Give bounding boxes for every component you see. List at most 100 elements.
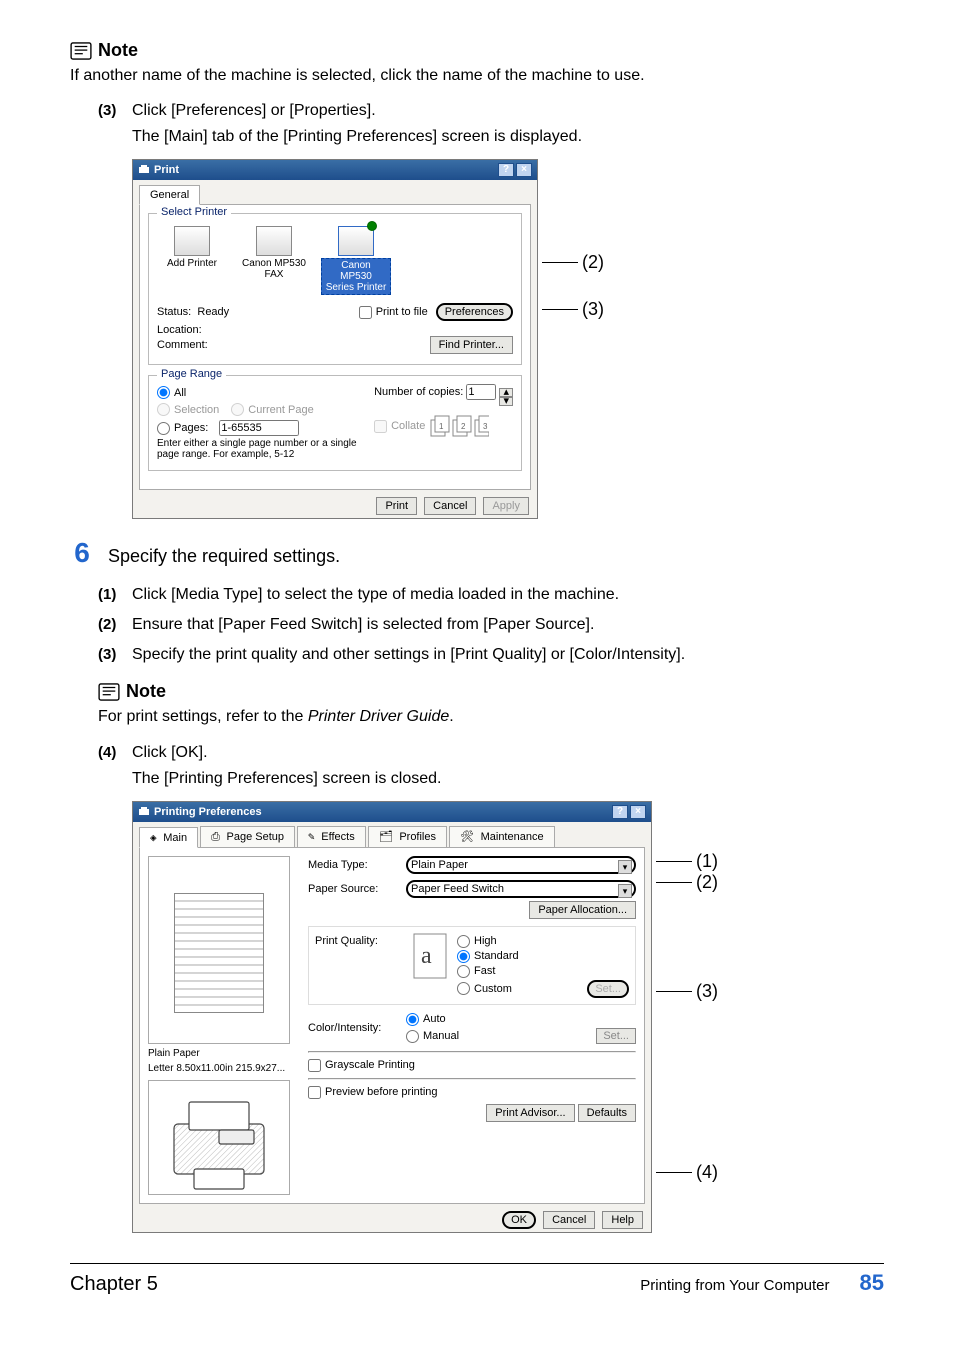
midstep2-num: (2) (98, 616, 132, 633)
page-preview (148, 856, 290, 1044)
print-advisor-button[interactable]: Print Advisor... (486, 1104, 574, 1122)
midstep1-text: Click [Media Type] to select the type of… (132, 583, 619, 607)
tab-page-setup[interactable]: ⎙ Page Setup (200, 826, 295, 847)
tab-profiles[interactable]: 🗂 Profiles (368, 826, 447, 847)
help-icon[interactable]: ? (498, 163, 514, 177)
note-label: Note (98, 40, 138, 61)
tab-effects[interactable]: ✎ Effects (297, 826, 366, 847)
defaults-button[interactable]: Defaults (578, 1104, 636, 1122)
preview-paper-type: Plain Paper (148, 1048, 298, 1059)
help-icon[interactable]: ? (612, 805, 628, 819)
printer-small-icon (138, 164, 150, 176)
print-titlebar: Print ? × (133, 160, 537, 180)
radio-current-page: Current Page (231, 403, 313, 416)
footer-section: Printing from Your Computer (640, 1277, 829, 1294)
paper-source-select[interactable]: Paper Feed Switch▾ (406, 880, 636, 898)
radio-selection: Selection (157, 403, 219, 416)
radio-pages[interactable]: Pages: (157, 420, 374, 436)
cancel-button[interactable]: Cancel (424, 497, 476, 515)
footer-page: 85 (860, 1270, 884, 1296)
status-label: Status: (157, 306, 191, 318)
printer-add[interactable]: Add Printer (157, 226, 227, 269)
tab-general[interactable]: General (139, 185, 200, 205)
note-label-2: Note (126, 681, 166, 702)
collate-icon: 123 (429, 414, 489, 438)
set-quality-button[interactable]: Set... (587, 980, 629, 998)
svg-text:3: 3 (483, 422, 488, 431)
tab-maintenance[interactable]: 🛠 Maintenance (449, 826, 555, 847)
pages-help: Enter either a single page number or a s… (157, 438, 374, 460)
find-printer-button[interactable]: Find Printer... (430, 336, 513, 354)
midstep3-text: Specify the print quality and other sett… (132, 643, 685, 667)
comment-label: Comment: (157, 339, 208, 351)
callout-print-3: (3) (582, 299, 604, 320)
printer-small-icon (138, 806, 150, 818)
step4-sub: The [Printing Preferences] screen is clo… (132, 767, 884, 791)
radio-high[interactable]: High (457, 935, 629, 948)
step3-sub: The [Main] tab of the [Printing Preferen… (132, 125, 884, 149)
radio-standard[interactable]: Standard (457, 950, 629, 963)
midstep3-num: (3) (98, 646, 132, 663)
note-heading-2: Note (98, 681, 884, 702)
svg-text:a: a (421, 943, 432, 969)
media-type-select[interactable]: Plain Paper▾ (406, 856, 636, 874)
step3-num: (3) (98, 102, 132, 119)
grayscale-checkbox[interactable]: Grayscale Printing (308, 1059, 636, 1072)
chevron-down-icon[interactable]: ▾ (618, 884, 632, 898)
copies-input[interactable] (466, 384, 496, 400)
quality-icon: a (413, 933, 447, 979)
copies-down[interactable]: ▾ (499, 397, 513, 406)
radio-all[interactable]: All (157, 386, 374, 399)
ok-button[interactable]: OK (502, 1211, 536, 1229)
footer-chapter: Chapter 5 (70, 1273, 158, 1296)
callout-pref-3: (3) (696, 981, 718, 1002)
status-value: Ready (197, 306, 229, 318)
page-footer: Chapter 5 Printing from Your Computer 85 (70, 1263, 884, 1296)
radio-custom[interactable]: Custom (457, 982, 512, 995)
midstep2-text: Ensure that [Paper Feed Switch] is selec… (132, 613, 594, 637)
help-button[interactable]: Help (602, 1211, 643, 1229)
print-dialog: Print ? × General Select Printer Add Pri… (132, 159, 538, 519)
set-color-button: Set... (596, 1028, 636, 1044)
printer-fax[interactable]: Canon MP530 FAX (239, 226, 309, 280)
paper-allocation-button[interactable]: Paper Allocation... (529, 901, 636, 919)
callout-print-2: (2) (582, 252, 604, 273)
note-heading: Note (70, 40, 884, 61)
paper-source-label: Paper Source: (308, 883, 400, 895)
callout-pref-4: (4) (696, 1162, 718, 1183)
printer-series[interactable]: Canon MP530 Series Printer (321, 226, 391, 295)
tab-main[interactable]: ◈ Main (139, 827, 198, 848)
step4-num: (4) (98, 744, 132, 761)
color-intensity-label: Color/Intensity: (308, 1022, 400, 1034)
preferences-button[interactable]: Preferences (436, 303, 513, 321)
note2-text: For print settings, refer to the Printer… (98, 706, 884, 728)
print-button[interactable]: Print (376, 497, 417, 515)
printer-add-label: Add Printer (157, 258, 227, 269)
pref-titlebar: Printing Preferences ? × (133, 802, 651, 822)
chevron-down-icon[interactable]: ▾ (618, 860, 632, 874)
copies-label: Number of copies: (374, 386, 463, 398)
media-type-label: Media Type: (308, 859, 400, 871)
print-to-file-checkbox[interactable]: Print to file (359, 306, 428, 319)
svg-text:2: 2 (461, 422, 466, 431)
step3-text: Click [Preferences] or [Properties]. (132, 99, 376, 123)
note-icon (70, 42, 92, 60)
radio-fast[interactable]: Fast (457, 965, 629, 978)
cancel-button[interactable]: Cancel (543, 1211, 595, 1229)
preview-before-checkbox[interactable]: Preview before printing (308, 1086, 636, 1099)
pref-title: Printing Preferences (154, 806, 262, 818)
print-title: Print (154, 164, 179, 176)
printing-preferences-dialog: Printing Preferences ? × ◈ Main ⎙ Page S… (132, 801, 652, 1233)
pages-input[interactable] (219, 420, 299, 436)
close-icon[interactable]: × (630, 805, 646, 819)
midstep1-num: (1) (98, 586, 132, 603)
big-step-text: Specify the required settings. (108, 546, 340, 567)
apply-button: Apply (483, 497, 529, 515)
step4-text: Click [OK]. (132, 741, 208, 765)
radio-auto[interactable]: Auto (406, 1013, 636, 1026)
close-icon[interactable]: × (516, 163, 532, 177)
group-page-range: Page Range (157, 368, 226, 380)
radio-manual[interactable]: Manual (406, 1030, 459, 1043)
callout-pref-1: (1) (696, 851, 718, 872)
collate-checkbox: Collate 123 (374, 414, 513, 438)
